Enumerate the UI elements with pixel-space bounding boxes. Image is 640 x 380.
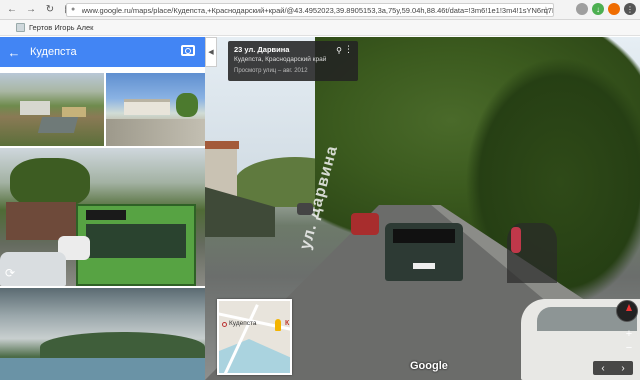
address-bar[interactable]: ● www.google.ru/maps/place/Кудепста,+Кра… — [66, 3, 554, 17]
panel-header: ← Кудепста — [0, 37, 205, 67]
download-icon[interactable]: ↓ — [592, 3, 604, 15]
toolbar-extensions: ↓ ⋮ — [576, 3, 636, 15]
menu-icon[interactable]: ⋮ — [624, 3, 636, 15]
camera-icon[interactable] — [181, 45, 195, 56]
compass-icon[interactable] — [616, 300, 638, 322]
zoom-out-button[interactable]: − — [622, 342, 636, 354]
location-pin-icon[interactable]: ⚲ — [336, 46, 342, 55]
lock-icon: ● — [71, 6, 76, 13]
region-text: Кудепста, Краснодарский край — [234, 56, 327, 63]
place-panel: ← Кудепста ⟳ — [0, 37, 205, 380]
navigation-arrows[interactable]: ‹ › — [593, 361, 633, 375]
place-marker-icon — [222, 322, 227, 327]
bookmark-item[interactable]: Гертов Игорь Алек — [16, 23, 93, 32]
photo-thumbnail-2[interactable] — [106, 73, 205, 146]
pegman-icon[interactable] — [275, 319, 281, 331]
more-vert-icon[interactable]: ⋮ — [344, 44, 353, 55]
mini-map[interactable]: Кудепста К — [217, 299, 292, 375]
minimap-label: Кудепста — [229, 320, 257, 327]
street-name: 23 ул. Дарвина — [234, 45, 290, 54]
photo-thumbnail-3[interactable]: ⟳ — [0, 148, 205, 286]
extension-icon[interactable] — [576, 3, 588, 15]
url-text: www.google.ru/maps/place/Кудепста,+Красн… — [81, 5, 553, 15]
collapse-panel-button[interactable]: ◀ — [205, 37, 217, 67]
extension-icon-2[interactable] — [608, 3, 620, 15]
place-title: Кудепста — [30, 46, 77, 58]
google-watermark: Google — [410, 360, 448, 372]
forward-icon[interactable]: → — [24, 3, 38, 17]
bookmark-label: Гертов Игорь Алек — [29, 23, 94, 32]
streetview-info-card: 23 ул. Дарвина Кудепста, Краснодарский к… — [228, 41, 358, 81]
capture-date: Просмотр улиц – авг. 2012 — [234, 68, 308, 74]
arrow-left-icon[interactable]: ← — [4, 45, 24, 60]
bookmarks-bar: Гертов Игорь Алек — [0, 20, 640, 36]
bookmark-star-icon[interactable]: ☆ — [542, 5, 550, 16]
360-rotate-icon: ⟳ — [5, 266, 16, 280]
photo-thumbnail-1[interactable] — [0, 73, 104, 146]
minimap-marker-letter: К — [285, 320, 290, 327]
browser-toolbar: ← → ↻ ▦ ● www.google.ru/maps/place/Кудеп… — [0, 0, 640, 20]
reload-icon[interactable]: ↻ — [43, 3, 57, 17]
back-icon[interactable]: ← — [5, 3, 19, 17]
chevron-left-icon[interactable]: ‹ — [601, 363, 604, 374]
chevron-right-icon[interactable]: › — [621, 363, 624, 374]
favicon-icon — [16, 23, 25, 32]
zoom-in-button[interactable]: + — [622, 328, 636, 340]
photo-thumbnail-4[interactable] — [0, 288, 205, 380]
